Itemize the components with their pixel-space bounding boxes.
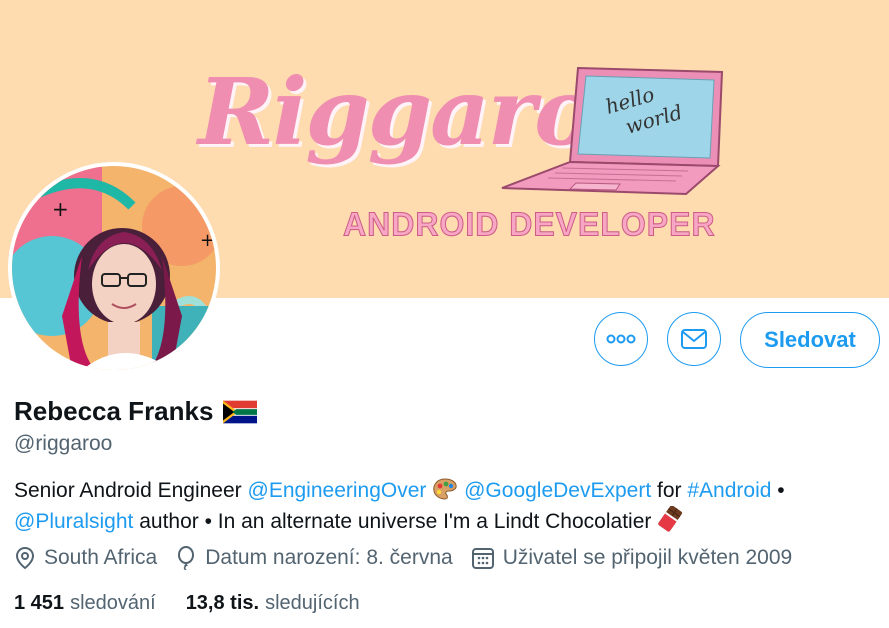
profile-bio: Senior Android Engineer @EngineeringOver… [14, 476, 874, 537]
south-africa-flag-icon [223, 400, 258, 423]
bio-link-googledevexpert[interactable]: @GoogleDevExpert [464, 479, 651, 502]
profile-name-row: Rebecca Franks [14, 396, 258, 427]
followers-link[interactable]: 13,8 tis. sledujících [186, 592, 360, 615]
following-label: sledování [70, 592, 156, 614]
location-item: South Africa [14, 546, 157, 570]
profile-stats: 1 451 sledování 13,8 tis. sledujících [14, 592, 390, 615]
more-horizontal-icon [606, 334, 636, 344]
palette-icon [433, 478, 457, 500]
bio-link-engineeringover[interactable]: @EngineeringOver [248, 479, 427, 502]
profile-name: Rebecca Franks [14, 396, 214, 426]
bio-link-pluralsight[interactable]: @Pluralsight [14, 510, 133, 533]
calendar-icon [471, 548, 494, 569]
followers-label: sledujících [265, 592, 360, 614]
bio-text-for: for [651, 479, 688, 502]
birthday-text: Datum narození: 8. června [205, 546, 453, 569]
bio-link-android-hashtag[interactable]: #Android [687, 479, 771, 502]
avatar-image: + + [12, 166, 216, 370]
svg-text:+: + [52, 197, 69, 221]
profile-meta: South Africa Datum narození: 8. června U… [14, 546, 810, 570]
bio-text-author: author • In an alternate universe I'm a … [133, 510, 658, 533]
more-button[interactable] [594, 312, 648, 366]
following-count: 1 451 [14, 592, 65, 614]
joined-item: Uživatel se připojil květen 2009 [471, 546, 793, 570]
balloon-icon [178, 546, 195, 570]
bio-text-bullet: • [771, 479, 785, 502]
message-button[interactable] [667, 312, 721, 366]
banner-subtitle: ANDROID DEVELOPER [343, 205, 716, 244]
follow-button[interactable]: Sledovat [740, 312, 880, 368]
envelope-icon [681, 329, 707, 349]
svg-text:+: + [200, 230, 215, 251]
profile-handle: @riggaroo [14, 432, 113, 455]
birthday-item: Datum narození: 8. června [175, 546, 453, 570]
bio-text: Senior Android Engineer [14, 479, 248, 502]
followers-count: 13,8 tis. [185, 592, 260, 614]
location-pin-icon [15, 546, 35, 570]
profile-avatar[interactable]: + + [8, 162, 220, 374]
location-text: South Africa [44, 546, 158, 569]
laptop-illustration: hello world [501, 66, 724, 196]
joined-text: Uživatel se připojil květen 2009 [502, 546, 793, 569]
chocolate-bar-icon [658, 506, 683, 532]
following-link[interactable]: 1 451 sledování [14, 592, 156, 615]
